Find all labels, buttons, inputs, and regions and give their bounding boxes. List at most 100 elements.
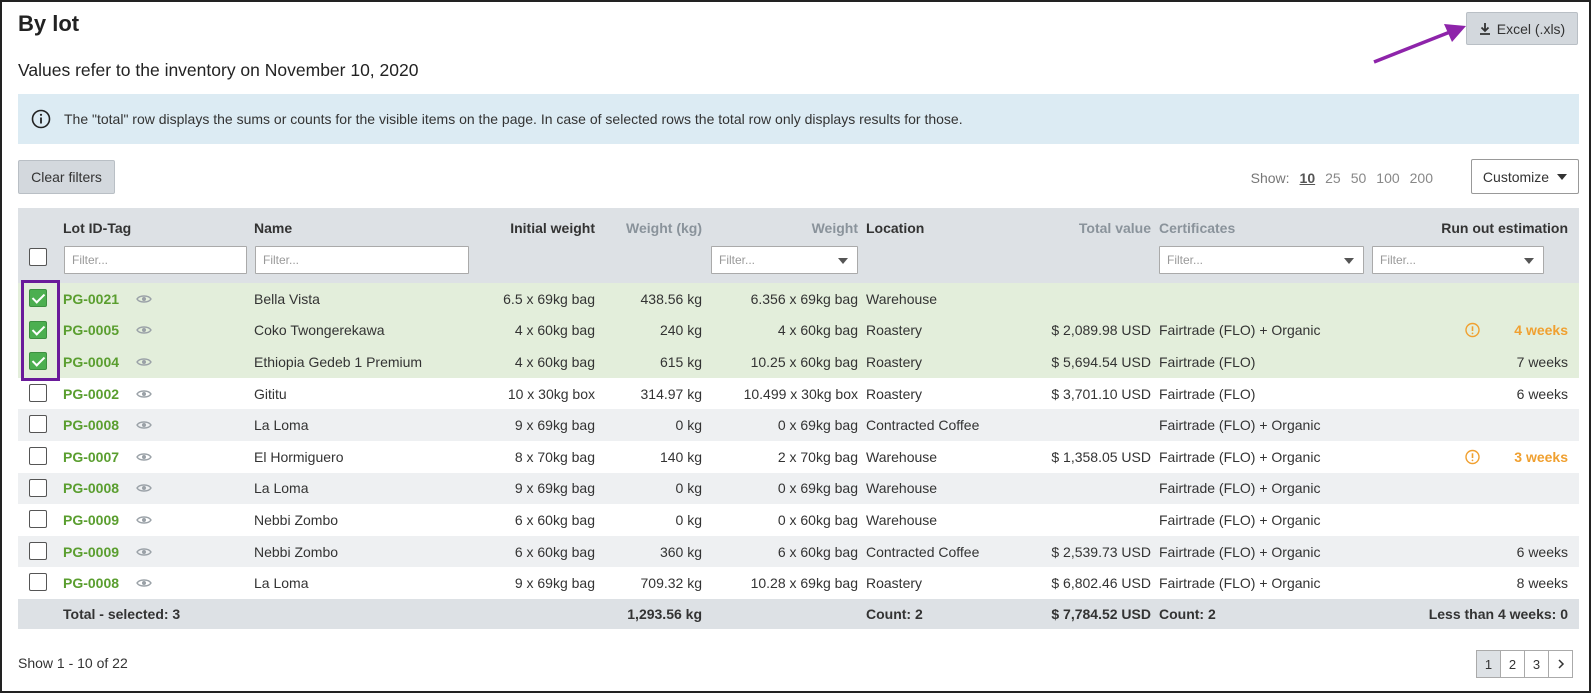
lot-id-link[interactable]: PG-0007 [63, 449, 119, 465]
run-out-estimation: 8 weeks [1516, 575, 1568, 592]
weight-kg: 0 kg [675, 511, 702, 528]
table-row[interactable]: PG-0009 Nebbi Zombo 6 x 60kg bag 360 kg 6 x … [18, 535, 1579, 568]
lot-id-link[interactable]: PG-0002 [63, 386, 119, 402]
page: By lot Values refer to the inventory on … [0, 0, 1591, 693]
col-certificates[interactable]: Certificates [1159, 220, 1235, 236]
eye-icon[interactable] [136, 325, 152, 336]
chevron-down-icon [838, 258, 848, 264]
pagination: 1 2 3 [1476, 650, 1573, 678]
table-row[interactable]: PG-0021 Bella Vista 6.5 x 69kg bag 438.56 k… [18, 283, 1579, 315]
lot-filter-input[interactable]: Filter... [64, 246, 247, 274]
table-row[interactable]: PG-0009 Nebbi Zombo 6 x 60kg bag 0 kg 0 x 60… [18, 504, 1579, 536]
col-weight-kg[interactable]: Weight (kg) [626, 220, 702, 236]
chevron-down-icon [1557, 173, 1568, 180]
lot-name: Bella Vista [254, 290, 320, 307]
page-size-option[interactable]: 100 [1376, 170, 1399, 186]
totals-value: $ 7,784.52 USD [1051, 605, 1151, 622]
totals-weight-kg: 1,293.56 kg [627, 605, 702, 622]
table-row[interactable]: PG-0008 La Loma 9 x 69kg bag 709.32 kg 10.28… [18, 567, 1579, 599]
certificates-filter-select[interactable]: Filter... [1159, 246, 1364, 274]
weight: 0 x 69kg bag [777, 417, 858, 434]
certificates: Fairtrade (FLO) + Organic [1159, 575, 1321, 592]
lot-id-link[interactable]: PG-0004 [63, 354, 119, 370]
run-out-estimation: 6 weeks [1516, 543, 1568, 560]
weight-filter-select[interactable]: Filter... [711, 246, 858, 274]
lot-name: El Hormiguero [254, 448, 344, 465]
lot-id-link[interactable]: PG-0005 [63, 322, 119, 338]
total-value: $ 3,701.10 USD [1051, 385, 1151, 402]
location: Roastery [866, 385, 923, 402]
initial-weight: 6 x 60kg bag [514, 511, 595, 528]
row-checkbox[interactable] [29, 573, 47, 592]
lot-name: Nebbi Zombo [254, 543, 339, 560]
export-excel-button[interactable]: Excel (.xls) [1466, 12, 1578, 45]
row-checkbox[interactable] [29, 541, 47, 560]
lot-id-link[interactable]: PG-0008 [63, 575, 119, 591]
lot-id-link[interactable]: PG-0009 [63, 544, 119, 560]
weight: 0 x 60kg bag [777, 511, 858, 528]
weight-kg: 240 kg [659, 322, 702, 339]
name-filter-input[interactable]: Filter... [255, 246, 469, 274]
lot-id-link[interactable]: PG-0021 [63, 291, 119, 307]
eye-icon[interactable] [136, 451, 152, 462]
row-checkbox[interactable] [29, 478, 47, 497]
run-out-filter-select[interactable]: Filter... [1372, 246, 1544, 274]
row-checkbox[interactable] [29, 415, 47, 434]
eye-icon[interactable] [136, 578, 152, 589]
col-name[interactable]: Name [254, 220, 292, 236]
certificates: Fairtrade (FLO) + Organic [1159, 543, 1321, 560]
col-initial-weight[interactable]: Initial weight [510, 220, 595, 236]
col-run-out[interactable]: Run out estimation [1441, 220, 1568, 236]
initial-weight: 9 x 69kg bag [514, 417, 595, 434]
page-size-option[interactable]: 10 [1300, 170, 1316, 186]
eye-icon[interactable] [136, 356, 152, 367]
next-page-button[interactable] [1548, 650, 1573, 678]
table-row[interactable]: PG-0008 La Loma 9 x 69kg bag 0 kg 0 x 69kg b… [18, 472, 1579, 505]
row-checkbox[interactable] [29, 510, 47, 529]
total-value: $ 6,802.46 USD [1051, 575, 1151, 592]
lot-name: Nebbi Zombo [254, 511, 339, 528]
lot-name: La Loma [254, 417, 309, 434]
certificates: Fairtrade (FLO) + Organic [1159, 417, 1321, 434]
page-size-option[interactable]: 200 [1410, 170, 1433, 186]
totals-certificates-count: Count: 2 [1159, 605, 1216, 622]
lot-name: Ethiopia Gedeb 1 Premium [254, 353, 423, 370]
info-icon [31, 109, 51, 129]
eye-icon[interactable] [136, 546, 152, 557]
table-row[interactable]: PG-0005 Coko Twongerekawa 4 x 60kg bag 240 … [18, 314, 1579, 347]
table-row[interactable]: PG-0004 Ethiopia Gedeb 1 Premium 4 x 60kg … [18, 346, 1579, 378]
eye-icon[interactable] [136, 483, 152, 494]
page-size-option[interactable]: 25 [1325, 170, 1341, 186]
eye-icon[interactable] [136, 514, 152, 525]
lot-id-link[interactable]: PG-0008 [63, 417, 119, 433]
weight: 10.499 x 30kg box [743, 385, 858, 402]
total-value: $ 2,089.98 USD [1051, 322, 1151, 339]
page-size-option[interactable]: 50 [1351, 170, 1367, 186]
col-weight[interactable]: Weight [812, 220, 858, 236]
run-out-estimation: 7 weeks [1516, 353, 1568, 370]
select-all-checkbox[interactable] [29, 248, 47, 266]
table-row[interactable]: PG-0007 El Hormiguero 8 x 70kg bag 140 kg 2 … [18, 440, 1579, 473]
row-checkbox[interactable] [29, 383, 47, 402]
col-location[interactable]: Location [866, 220, 924, 236]
eye-icon[interactable] [136, 388, 152, 399]
selection-annotation-box [21, 280, 60, 381]
row-checkbox[interactable] [29, 446, 47, 465]
page-button[interactable]: 3 [1524, 650, 1549, 678]
page-button[interactable]: 1 [1476, 650, 1501, 678]
lot-name: La Loma [254, 480, 309, 497]
lot-id-link[interactable]: PG-0009 [63, 512, 119, 528]
lot-id-link[interactable]: PG-0008 [63, 480, 119, 496]
location: Roastery [866, 575, 923, 592]
col-total-value[interactable]: Total value [1079, 220, 1151, 236]
initial-weight: 4 x 60kg bag [514, 322, 595, 339]
col-lot[interactable]: Lot ID-Tag [63, 220, 131, 236]
eye-icon[interactable] [136, 420, 152, 431]
table-body: PG-0021 Bella Vista 6.5 x 69kg bag 438.56 k… [18, 283, 1579, 599]
clear-filters-button[interactable]: Clear filters [18, 160, 115, 194]
table-row[interactable]: PG-0008 La Loma 9 x 69kg bag 0 kg 0 x 69kg b… [18, 409, 1579, 441]
eye-icon[interactable] [136, 293, 152, 304]
table-row[interactable]: PG-0002 Gititu 10 x 30kg box 314.97 kg 10.49… [18, 377, 1579, 410]
customize-dropdown[interactable]: Customize [1471, 159, 1579, 194]
page-button[interactable]: 2 [1500, 650, 1525, 678]
